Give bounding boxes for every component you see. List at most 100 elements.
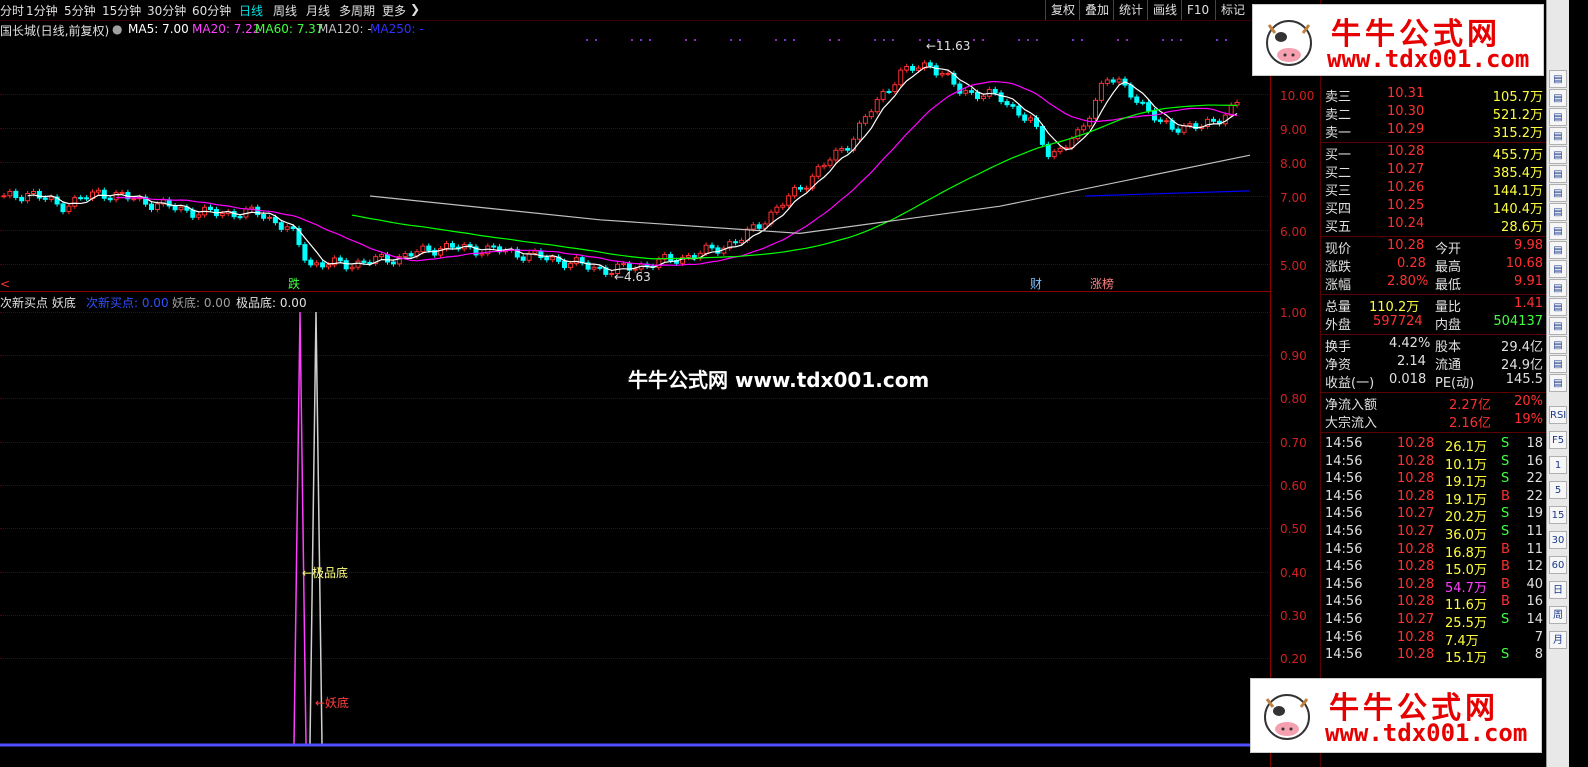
tick-row[interactable]: 14:56 10.28 19.1万 B 22 — [1325, 489, 1543, 508]
period-tab-15min[interactable]: 15分钟 — [102, 2, 141, 19]
mark-button[interactable]: 标记 — [1215, 0, 1250, 20]
more-chevron-icon[interactable]: ❯ — [410, 2, 420, 16]
candle-body — [119, 191, 125, 194]
period-tab-30min[interactable]: 30分钟 — [147, 2, 186, 19]
toolbar-tool-icon[interactable]: ▤ — [1549, 374, 1567, 392]
tick-time: 14:56 — [1325, 453, 1363, 469]
quote-label: 现价 — [1325, 242, 1352, 257]
ask-row[interactable]: 卖一 10.29 315.2万 — [1325, 122, 1543, 141]
tick-row[interactable]: 14:56 10.28 26.1万 S 18 — [1325, 436, 1543, 455]
toolbar-tool-icon[interactable]: ▤ — [1549, 184, 1567, 202]
tick-row[interactable]: 14:56 10.28 7.4万 7 — [1325, 629, 1543, 649]
tick-row[interactable]: 14:56 10.27 20.2万 S 19 — [1325, 506, 1543, 525]
tick-side: S — [1501, 453, 1510, 469]
tick-price: 10.28 — [1397, 647, 1435, 663]
price-chart[interactable]: ←11.63 ←4.63 跌 财 涨榜 < — [0, 38, 1270, 291]
bid-row[interactable]: 买五 10.24 28.6万 — [1325, 216, 1543, 235]
tick-row[interactable]: 14:56 10.28 54.7万 B 40 — [1325, 577, 1543, 596]
candle-body — [1116, 78, 1122, 83]
candle-body — [862, 116, 868, 124]
period-tab-60min[interactable]: 60分钟 — [192, 2, 231, 19]
bid-price: 10.24 — [1387, 216, 1425, 231]
period-shortcut-button[interactable]: 60 — [1549, 556, 1567, 574]
ind-axis-label: 0.60 — [1280, 479, 1307, 493]
bid-row[interactable]: 买三 10.26 144.1万 — [1325, 180, 1543, 199]
period-tab-more[interactable]: 更多 — [382, 2, 406, 19]
toolbar-tool-icon[interactable]: ▤ — [1549, 165, 1567, 183]
tick-count: 7 — [1534, 629, 1543, 645]
period-tab-multi[interactable]: 多周期 — [339, 2, 375, 19]
restore-rights-button[interactable]: 复权 — [1045, 0, 1080, 20]
signal-dot — [649, 39, 651, 41]
toolbar-tool-icon[interactable]: ▤ — [1549, 89, 1567, 107]
ask-price: 10.31 — [1387, 86, 1425, 101]
toolbar-tool-icon[interactable]: ▤ — [1549, 146, 1567, 164]
overlay-button[interactable]: 叠加 — [1079, 0, 1114, 20]
period-shortcut-button[interactable]: 5 — [1549, 481, 1567, 499]
period-shortcut-button[interactable]: 1 — [1549, 456, 1567, 474]
candle-body — [261, 214, 267, 219]
toolbar-tool-icon[interactable]: ▤ — [1549, 336, 1567, 354]
cow-mascot-icon — [1264, 694, 1310, 740]
tick-row[interactable]: 14:56 10.28 15.1万 S 8 — [1325, 647, 1543, 666]
period-shortcut-button[interactable]: 日 — [1549, 581, 1567, 599]
ask-row[interactable]: 卖三 10.31 105.7万 — [1325, 86, 1543, 105]
ask-price: 10.29 — [1387, 122, 1425, 137]
period-tab-1min[interactable]: 1分钟 — [26, 2, 58, 19]
toolbar-tool-icon[interactable]: ▤ — [1549, 108, 1567, 126]
ind-axis-label: 1.00 — [1280, 306, 1307, 320]
tick-row[interactable]: 14:56 10.28 16.8万 B 11 — [1325, 542, 1543, 561]
candle-body — [591, 266, 597, 270]
signal-dot — [1162, 39, 1164, 41]
stats-button[interactable]: 统计 — [1113, 0, 1148, 20]
period-shortcut-button[interactable]: 30 — [1549, 531, 1567, 549]
ind-axis-label: 0.40 — [1280, 566, 1307, 580]
bid-row[interactable]: 买四 10.25 140.4万 — [1325, 198, 1543, 217]
tick-row[interactable]: 14:56 10.27 36.0万 S 11 — [1325, 524, 1543, 543]
tick-row[interactable]: 14:56 10.28 11.6万 B 16 — [1325, 594, 1543, 613]
period-shortcut-button[interactable]: F5 — [1549, 431, 1567, 449]
tick-row[interactable]: 14:56 10.28 19.1万 S 22 — [1325, 471, 1543, 490]
period-shortcut-button[interactable]: 月 — [1549, 631, 1567, 649]
quote-label: 最低 — [1435, 278, 1462, 293]
tick-side: S — [1501, 647, 1510, 663]
period-shortcut-button[interactable]: 周 — [1549, 606, 1567, 624]
bid-row[interactable]: 买一 10.28 455.7万 — [1325, 144, 1543, 163]
toolbar-tool-icon[interactable]: ▤ — [1549, 279, 1567, 297]
settings-circle-icon[interactable]: ● — [112, 22, 122, 36]
period-tab-5min[interactable]: 5分钟 — [64, 2, 96, 19]
ma5-value: MA5: 7.00 — [128, 22, 189, 36]
draw-line-button[interactable]: 画线 — [1147, 0, 1182, 20]
candle-body — [1140, 101, 1146, 104]
candle-body — [1028, 117, 1034, 121]
toolbar-tool-icon[interactable]: ▤ — [1549, 127, 1567, 145]
ask-row[interactable]: 卖二 10.30 521.2万 — [1325, 104, 1543, 123]
candle-body — [154, 203, 160, 211]
bid-volume: 144.1万 — [1492, 184, 1543, 199]
tick-row[interactable]: 14:56 10.28 15.0万 B 12 — [1325, 559, 1543, 578]
toolbar-tool-icon[interactable]: ▤ — [1549, 203, 1567, 221]
period-tab-monthly[interactable]: 月线 — [306, 2, 330, 19]
period-tab-weekly[interactable]: 周线 — [273, 2, 297, 19]
tick-row[interactable]: 14:56 10.28 10.1万 S 16 — [1325, 453, 1543, 473]
quote-value: 9.91 — [1514, 274, 1543, 289]
toolbar-tool-icon[interactable]: ▤ — [1549, 70, 1567, 88]
toolbar-tool-icon[interactable]: ▤ — [1549, 260, 1567, 278]
tick-row[interactable]: 14:56 10.27 25.5万 S 14 — [1325, 612, 1543, 631]
period-shortcut-button[interactable]: 15 — [1549, 506, 1567, 524]
toolbar-tool-icon[interactable]: ▤ — [1549, 317, 1567, 335]
period-tab-daily[interactable]: 日线 — [239, 2, 263, 19]
period-shortcut-button[interactable]: RSI — [1549, 406, 1567, 424]
bid-row[interactable]: 买二 10.27 385.4万 — [1325, 162, 1543, 181]
period-tab-timeshare[interactable]: 分时 — [0, 2, 24, 19]
candle-body — [845, 148, 851, 151]
candle-body — [302, 244, 308, 261]
toolbar-tool-icon[interactable]: ▤ — [1549, 355, 1567, 373]
f10-button[interactable]: F10 — [1181, 0, 1214, 20]
candle-body — [1110, 79, 1116, 83]
candle-body — [208, 206, 213, 211]
toolbar-tool-icon[interactable]: ▤ — [1549, 241, 1567, 259]
toolbar-tool-icon[interactable]: ▤ — [1549, 298, 1567, 316]
toolbar-tool-icon[interactable]: ▤ — [1549, 222, 1567, 240]
candle-body — [1045, 143, 1051, 158]
